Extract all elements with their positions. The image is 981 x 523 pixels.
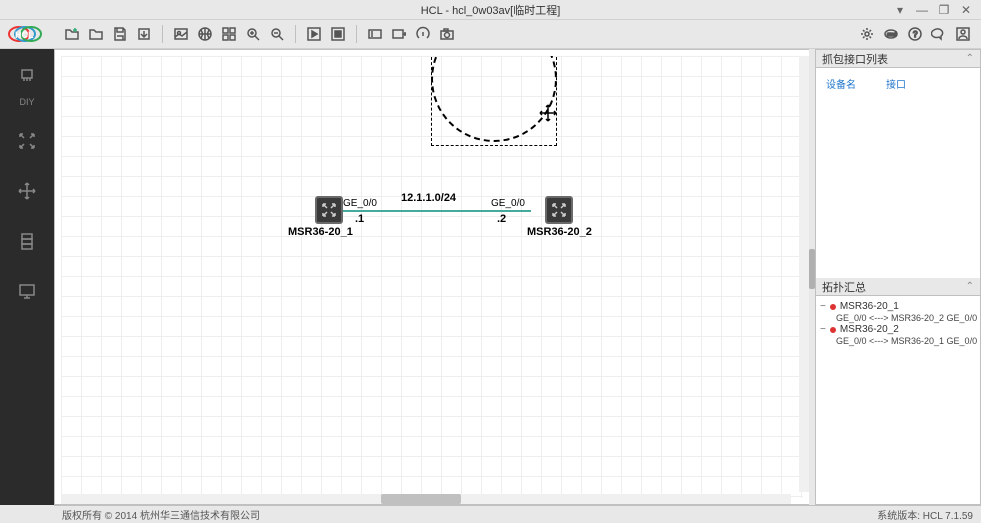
tool-1-button[interactable] — [363, 22, 387, 46]
status-dot-icon — [830, 304, 836, 310]
topology-node-name: MSR36-20_2 — [840, 324, 899, 335]
svg-text:cmd: cmd — [887, 32, 897, 38]
capture-panel-body: 设备名 接口 — [816, 68, 980, 278]
open-button[interactable] — [84, 22, 108, 46]
svg-text:HCL: HCL — [15, 30, 34, 40]
copyright-text: 版权所有 © 2014 杭州华三通信技术有限公司 — [62, 507, 260, 522]
tab-device-name[interactable]: 设备名 — [826, 76, 856, 91]
device-node[interactable]: MSR36-20_2 — [527, 196, 592, 238]
minimize-button[interactable]: — — [911, 1, 933, 19]
move-cursor-icon — [539, 104, 557, 122]
device-sidebar: DIY — [0, 49, 54, 505]
topology-node[interactable]: − MSR36-20_2 — [818, 323, 978, 336]
globe-button[interactable] — [193, 22, 217, 46]
play-button[interactable] — [302, 22, 326, 46]
tab-interface[interactable]: 接口 — [886, 76, 906, 91]
move-tool-button[interactable] — [11, 175, 43, 207]
canvas-vscrollbar[interactable] — [799, 56, 809, 492]
canvas-container: 12.1.1.0/24 GE_0/0 GE_0/0 .1 .2 MSR36-20… — [54, 49, 809, 505]
router-icon — [315, 196, 343, 224]
camera-button[interactable] — [435, 22, 459, 46]
toolbar-separator — [356, 25, 357, 43]
settings-button[interactable] — [855, 22, 879, 46]
topology-canvas[interactable]: 12.1.1.0/24 GE_0/0 GE_0/0 .1 .2 MSR36-20… — [61, 56, 803, 498]
pc-button[interactable] — [11, 275, 43, 307]
panel-collapse-icon[interactable]: ⌃ — [966, 281, 974, 292]
chat-button[interactable] — [927, 22, 951, 46]
diy-label: DIY — [19, 97, 34, 107]
image-button[interactable] — [169, 22, 193, 46]
close-button[interactable]: ✕ — [955, 1, 977, 19]
zoom-out-button[interactable] — [265, 22, 289, 46]
scrollbar-thumb[interactable] — [381, 494, 461, 504]
toolbar-separator — [162, 25, 163, 43]
svg-text:?: ? — [913, 30, 918, 39]
topology-link-detail: GE_0/0 <---> MSR36-20_1 GE_0/0 — [818, 336, 978, 346]
titlebar-dropdown[interactable]: ▾ — [889, 1, 911, 19]
expand-button[interactable] — [11, 125, 43, 157]
grid-button[interactable] — [217, 22, 241, 46]
link-if-2: GE_0/0 — [491, 198, 525, 209]
capture-panel-title: 抓包接口列表 — [822, 51, 888, 67]
capture-panel-header[interactable]: 抓包接口列表 ⌃ — [816, 50, 980, 68]
diy-device-button[interactable] — [11, 61, 43, 93]
minus-icon: − — [820, 324, 826, 335]
save-button[interactable] — [108, 22, 132, 46]
export-button[interactable] — [132, 22, 156, 46]
topology-link-detail: GE_0/0 <---> MSR36-20_2 GE_0/0 — [818, 313, 978, 323]
link-ip-1: .1 — [355, 213, 364, 225]
title-bar: HCL - hcl_0w03av[临时工程] ▾ — ❐ ✕ — [0, 0, 981, 20]
device-node[interactable]: MSR36-20_1 — [306, 196, 353, 238]
server-button[interactable] — [11, 225, 43, 257]
status-dot-icon — [830, 327, 836, 333]
toolbar-separator — [295, 25, 296, 43]
main-toolbar: cmd ? — [54, 20, 981, 49]
window-title: HCL - hcl_0w03av[临时工程] — [421, 2, 561, 18]
minus-icon: − — [820, 301, 826, 312]
router-icon — [545, 196, 573, 224]
device-label: MSR36-20_2 — [527, 226, 592, 238]
link-line[interactable] — [336, 210, 531, 212]
version-text: 系统版本: HCL 7.1.59 — [877, 507, 973, 522]
right-panel: 抓包接口列表 ⌃ 设备名 接口 拓扑汇总 ⌃ − MSR36-20_1 GE_0… — [815, 49, 981, 505]
user-button[interactable] — [951, 22, 975, 46]
topology-panel-title: 拓扑汇总 — [822, 279, 866, 295]
topology-node-name: MSR36-20_1 — [840, 301, 899, 312]
link-subnet: 12.1.1.0/24 — [401, 192, 456, 204]
zoom-in-button[interactable] — [241, 22, 265, 46]
new-project-button[interactable] — [60, 22, 84, 46]
app-logo: HCL — [0, 20, 54, 49]
topology-panel-body: − MSR36-20_1 GE_0/0 <---> MSR36-20_2 GE_… — [816, 296, 980, 504]
help-button[interactable]: ? — [903, 22, 927, 46]
maximize-button[interactable]: ❐ — [933, 1, 955, 19]
topology-node[interactable]: − MSR36-20_1 — [818, 300, 978, 313]
cmd-button[interactable]: cmd — [879, 22, 903, 46]
stop-button[interactable] — [326, 22, 350, 46]
device-label: MSR36-20_1 — [288, 226, 353, 238]
canvas-hscrollbar[interactable] — [61, 494, 791, 504]
tool-3-button[interactable] — [411, 22, 435, 46]
status-bar: 版权所有 © 2014 杭州华三通信技术有限公司 系统版本: HCL 7.1.5… — [54, 505, 981, 523]
tool-2-button[interactable] — [387, 22, 411, 46]
link-ip-2: .2 — [497, 213, 506, 225]
topology-panel-header[interactable]: 拓扑汇总 ⌃ — [816, 278, 980, 296]
panel-collapse-icon[interactable]: ⌃ — [966, 53, 974, 64]
